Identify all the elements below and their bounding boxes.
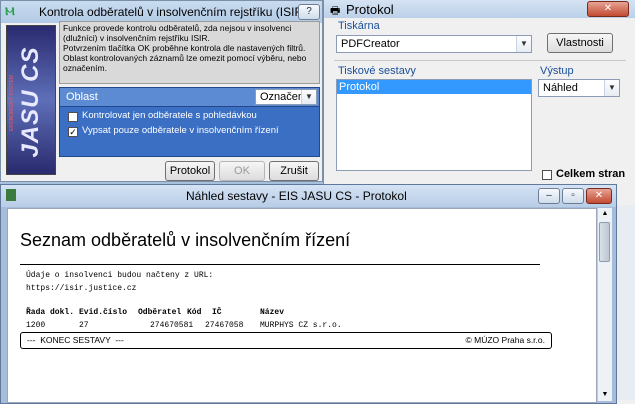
reports-list[interactable]: Protokol <box>336 79 532 171</box>
app-logo-icon: Ⲙ <box>5 4 15 18</box>
title-rule <box>20 264 540 265</box>
oblast-label: Oblast <box>66 91 98 103</box>
total-pages-label: Celkem stran <box>556 168 626 180</box>
cell-ic: 27467058 <box>205 321 244 330</box>
check-pohledavka-checkbox[interactable] <box>68 112 78 122</box>
reports-label: Tiskové sestavy <box>338 65 416 77</box>
col-header-ic: IČ <box>212 308 222 317</box>
col-header-nazev: Název <box>260 308 285 317</box>
check-insolvence-label: Vypsat pouze odběratele v insolvenčním ř… <box>82 125 279 136</box>
output-label: Výstup <box>540 65 574 77</box>
cell-rada: 1200 <box>26 321 46 330</box>
list-item[interactable]: Protokol <box>337 80 531 94</box>
report-title: Seznam odběratelů v insolvenčním řízení <box>20 230 351 250</box>
scroll-down-icon[interactable]: ▼ <box>598 389 612 401</box>
jasu-logo: JASU CS EKONOMICKÝ SYSTÉM <box>6 25 56 175</box>
window-icon <box>6 189 16 201</box>
cancel-button[interactable]: Zrušit <box>269 161 319 181</box>
help-button[interactable]: ? <box>298 4 320 20</box>
url-text: https://isir.justice.cz <box>26 284 137 293</box>
protokol-title: Protokol <box>346 2 394 17</box>
isir-dialog: Ⲙ Kontrola odběratelů v insolvenčním rej… <box>0 0 323 182</box>
chevron-down-icon: ▼ <box>301 90 316 104</box>
scroll-thumb[interactable] <box>599 222 610 262</box>
chevron-down-icon: ▼ <box>604 80 619 96</box>
check-insolvence-checkbox[interactable]: ✓ <box>68 127 78 137</box>
scroll-up-icon[interactable]: ▲ <box>598 208 612 220</box>
protokol-titlebar: 🖶 Protokol ✕ <box>324 0 635 18</box>
logo-subtext: EKONOMICKÝ SYSTÉM <box>9 75 15 131</box>
cell-odberatel: 274670581 <box>150 321 194 330</box>
url-note: Údaje o insolvenci budou načteny z URL: <box>26 271 214 280</box>
close-button[interactable]: ✕ <box>586 188 612 204</box>
isir-title: Kontrola odběratelů v insolvenčním rejst… <box>39 5 308 19</box>
isir-titlebar: Ⲙ Kontrola odběratelů v insolvenčním rej… <box>1 1 322 23</box>
printer-app-icon: 🖶 <box>330 5 341 17</box>
vertical-scrollbar[interactable]: ▲ ▼ <box>597 208 612 401</box>
report-footer: --- KONEC SESTAVY --- © MÚZO Praha s.r.o… <box>20 332 552 349</box>
oblast-row: Oblast Označené ▼ <box>60 88 319 107</box>
col-header-evid: Evid.číslo <box>79 308 128 317</box>
output-select[interactable]: Náhled ▼ <box>538 79 620 97</box>
col-header-kod: Kód <box>187 308 202 317</box>
check-pohledavka-label: Kontrolovat jen odběratele s pohledávkou <box>82 110 257 121</box>
footer-left: --- KONEC SESTAVY --- <box>27 335 124 345</box>
protokol-close-button[interactable]: ✕ <box>587 1 629 17</box>
chevron-down-icon: ▼ <box>516 36 531 52</box>
printer-select[interactable]: PDFCreator ▼ <box>336 35 532 53</box>
footer-right: © MÚZO Praha s.r.o. <box>465 335 545 345</box>
separator <box>334 60 626 61</box>
description-box: Funkce provede kontrolu odběratelů, zda … <box>59 21 320 84</box>
preview-title: Náhled sestavy - EIS JASU CS - Protokol <box>186 189 407 203</box>
output-value: Náhled <box>543 82 578 94</box>
report-page: Seznam odběratelů v insolvenčním řízení … <box>7 208 597 403</box>
filter-panel: Oblast Označené ▼ Kontrolovat jen odběra… <box>59 87 320 157</box>
minimize-button[interactable]: – <box>538 188 560 204</box>
printer-value: PDFCreator <box>341 38 400 50</box>
maximize-button[interactable]: ▫ <box>562 188 584 204</box>
properties-button[interactable]: Vlastnosti <box>547 33 613 53</box>
cell-nazev: MURPHYS CZ s.r.o. <box>260 321 342 330</box>
protokol-button[interactable]: Protokol <box>165 161 215 181</box>
ok-button[interactable]: OK <box>219 161 265 181</box>
printer-label: Tiskárna <box>338 20 380 32</box>
preview-window: Náhled sestavy - EIS JASU CS - Protokol … <box>0 184 617 404</box>
col-header-rada: Řada dokl. <box>26 308 75 317</box>
cell-evid: 27 <box>79 321 89 330</box>
total-pages-checkbox[interactable] <box>542 170 552 180</box>
oblast-select[interactable]: Označené ▼ <box>255 89 317 105</box>
preview-titlebar: Náhled sestavy - EIS JASU CS - Protokol … <box>1 185 616 207</box>
col-header-odberatel: Odběratel <box>138 308 182 317</box>
logo-text: JASU CS <box>17 46 44 158</box>
